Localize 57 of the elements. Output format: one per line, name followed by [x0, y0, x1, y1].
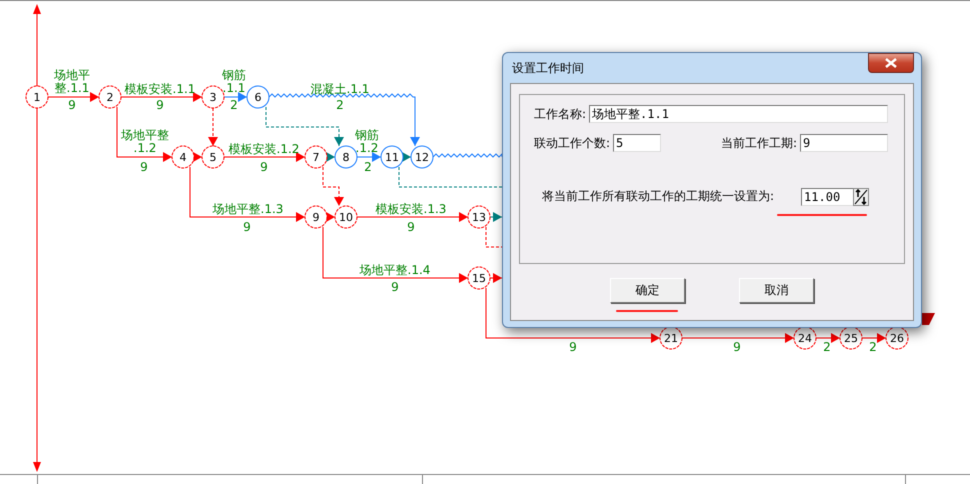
activity-name: 混凝土.1.1: [310, 82, 370, 96]
node-number: 12: [415, 151, 429, 164]
field-label: 工作名称:: [534, 106, 588, 122]
duration-label: 9: [156, 98, 164, 112]
activity-name: 模板安装.1.2: [228, 142, 300, 156]
duration-label: 9: [140, 160, 148, 174]
dialog-button[interactable]: 取消: [739, 278, 814, 303]
node-number: 2: [106, 91, 114, 104]
dialog-button[interactable]: 确定: [610, 278, 685, 303]
node-number: 10: [339, 211, 353, 224]
node-number: 24: [798, 332, 812, 345]
duration-label: 2: [336, 98, 344, 112]
duration-label: 9: [569, 340, 577, 354]
duration-label: 2: [230, 98, 238, 112]
activity-name: 场地平整.1.3: [212, 202, 284, 216]
node-number: 21: [664, 332, 678, 345]
activity-name: 场地平 整.1.1: [54, 68, 90, 95]
arrow-head-icon: [922, 313, 935, 325]
node-number: 5: [210, 151, 216, 164]
node-number: 15: [472, 272, 486, 285]
activity-name: 模板安装.1.1: [124, 82, 196, 96]
field-label: 当前工作工期:: [720, 134, 798, 152]
duration-label: 9: [243, 220, 251, 234]
node-number: 26: [890, 332, 904, 345]
dialog-title: 设置工作时间: [511, 60, 584, 76]
activity-name: 场地平整 .1.2: [121, 128, 169, 155]
duration-label: 2: [364, 160, 372, 174]
activity-name: 场地平整.1.4: [360, 263, 430, 277]
close-button[interactable]: [868, 53, 914, 73]
number-field[interactable]: 11.00: [801, 188, 854, 206]
node-number: 3: [210, 91, 216, 104]
duration-label: 9: [733, 340, 741, 354]
node-number: 4: [180, 151, 186, 164]
duration-label: 9: [407, 220, 415, 234]
node-number: 13: [472, 211, 486, 224]
node-number: 6: [254, 91, 262, 104]
text-field[interactable]: 5: [613, 134, 662, 152]
activity-name: 钢筋 .1.2: [355, 128, 379, 155]
node-number: 11: [385, 151, 399, 164]
field-label: 联动工作个数:: [534, 134, 612, 152]
text-field[interactable]: 9: [800, 134, 888, 152]
duration-label: 9: [391, 280, 399, 294]
close-icon: [884, 58, 898, 68]
node-number: 9: [312, 211, 320, 224]
duration-label: 2: [823, 340, 831, 354]
node-number: 7: [312, 151, 320, 164]
node-number: 25: [844, 332, 858, 345]
activity-name: 模板安装.1.3: [376, 202, 446, 216]
activity-name: 钢筋 .1.1: [222, 68, 246, 95]
node-number: 1: [34, 91, 40, 104]
duration-label: 9: [260, 160, 268, 174]
text-field[interactable]: 场地平整.1.1: [589, 105, 888, 123]
duration-label: 9: [68, 98, 76, 112]
duration-label: 2: [869, 340, 877, 354]
spin-arrows-icon[interactable]: [853, 188, 870, 206]
node-number: 8: [342, 151, 350, 164]
field-label: 将当前工作所有联动工作的工期统一设置为:: [542, 188, 776, 205]
